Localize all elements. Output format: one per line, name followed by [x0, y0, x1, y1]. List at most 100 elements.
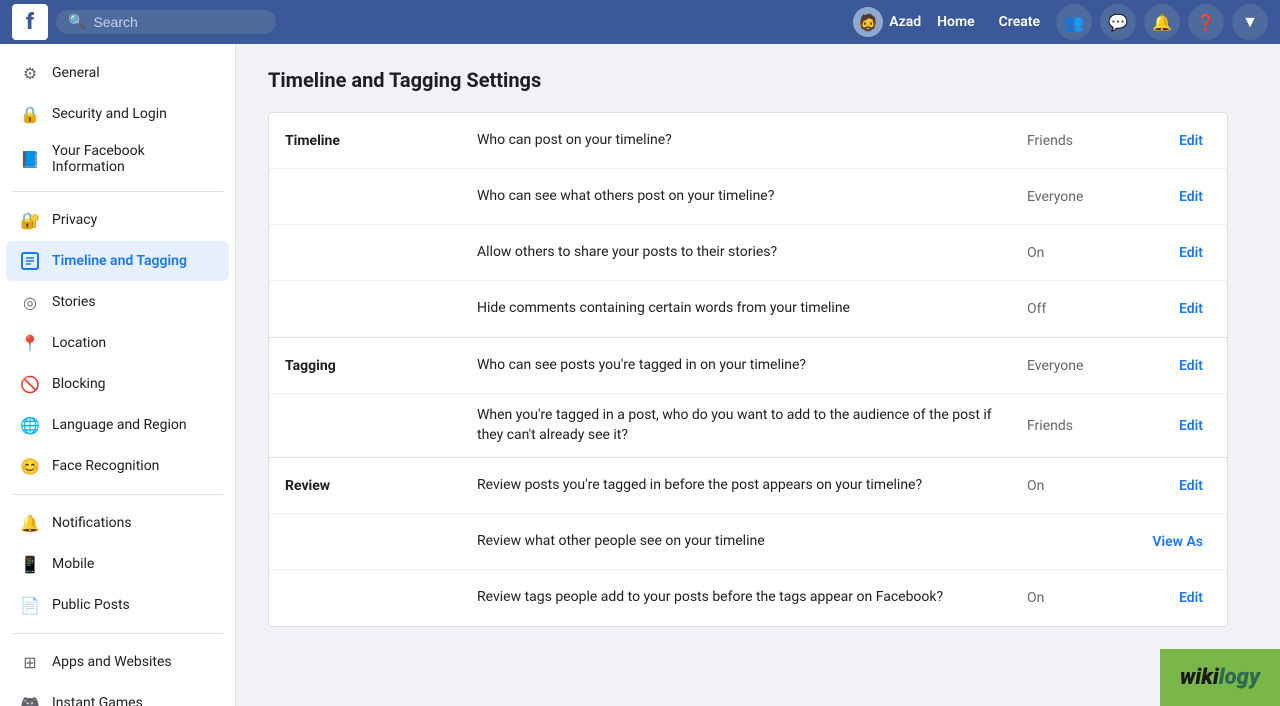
sidebar-item-blocking[interactable]: 🚫 Blocking: [6, 364, 229, 404]
table-row: Review tags people add to your posts bef…: [269, 570, 1227, 626]
setting-question: Hide comments containing certain words f…: [477, 299, 1019, 319]
row-content: Who can post on your timeline? Friends E…: [469, 119, 1227, 163]
sidebar-item-label: Stories: [52, 294, 96, 310]
sidebar-item-label: Mobile: [52, 556, 94, 572]
edit-button[interactable]: Edit: [1139, 478, 1219, 494]
setting-value: Friends: [1019, 133, 1139, 149]
table-row: When you're tagged in a post, who do you…: [269, 394, 1227, 457]
sidebar-item-label: Timeline and Tagging: [52, 253, 187, 269]
watermark: wikilogy: [1160, 649, 1280, 706]
row-content: Review posts you're tagged in before the…: [469, 464, 1227, 508]
section-header-spacer: [269, 225, 469, 261]
setting-question: Who can see what others post on your tim…: [477, 187, 1019, 207]
sidebar-item-language[interactable]: 🌐 Language and Region: [6, 405, 229, 445]
setting-question: Review what other people see on your tim…: [477, 532, 1019, 552]
view-as-button[interactable]: View As: [1139, 534, 1219, 550]
row-content: Who can see what others post on your tim…: [469, 175, 1227, 219]
table-row: Review what other people see on your tim…: [269, 514, 1227, 570]
sidebar-item-facebook-info[interactable]: 📘 Your Facebook Information: [6, 135, 229, 183]
stories-icon: ◎: [18, 290, 42, 314]
section-header-timeline: Timeline: [269, 113, 469, 165]
row-content: When you're tagged in a post, who do you…: [469, 394, 1227, 457]
sidebar-item-label: Your Facebook Information: [52, 143, 217, 175]
more-options-icon[interactable]: ▼: [1232, 4, 1268, 40]
create-button[interactable]: Create: [991, 10, 1048, 34]
user-profile[interactable]: 🧔 Azad: [853, 7, 921, 37]
watermark-text: wikilogy: [1180, 665, 1260, 690]
table-row: Tagging Who can see posts you're tagged …: [269, 338, 1227, 394]
setting-value: Friends: [1019, 418, 1139, 434]
notifications-icon[interactable]: 🔔: [1144, 4, 1180, 40]
row-content: Allow others to share your posts to thei…: [469, 231, 1227, 275]
messenger-icon[interactable]: 💬: [1100, 4, 1136, 40]
sidebar-item-label: Privacy: [52, 212, 97, 228]
sidebar: ⚙ General 🔒 Security and Login 📘 Your Fa…: [0, 44, 236, 706]
edit-button[interactable]: Edit: [1139, 590, 1219, 606]
edit-button[interactable]: Edit: [1139, 245, 1219, 261]
sidebar-item-label: Location: [52, 335, 106, 351]
friends-icon[interactable]: 👥: [1056, 4, 1092, 40]
setting-question: Review posts you're tagged in before the…: [477, 476, 1019, 496]
sidebar-item-location[interactable]: 📍 Location: [6, 323, 229, 363]
review-section: Review Review posts you're tagged in bef…: [269, 458, 1227, 626]
sidebar-item-label: Public Posts: [52, 597, 130, 613]
search-input[interactable]: [93, 14, 253, 30]
sidebar-item-label: Face Recognition: [52, 458, 159, 474]
sidebar-item-label: General: [52, 65, 100, 81]
search-icon: 🔍: [68, 14, 85, 30]
sidebar-item-mobile[interactable]: 📱 Mobile: [6, 544, 229, 584]
table-row: Review Review posts you're tagged in bef…: [269, 458, 1227, 514]
sidebar-divider: [12, 191, 223, 192]
home-button[interactable]: Home: [929, 10, 983, 34]
section-header-spacer: [269, 514, 469, 550]
edit-button[interactable]: Edit: [1139, 301, 1219, 317]
settings-table: Timeline Who can post on your timeline? …: [268, 112, 1228, 627]
edit-button[interactable]: Edit: [1139, 418, 1219, 434]
blocking-icon: 🚫: [18, 372, 42, 396]
setting-question: When you're tagged in a post, who do you…: [477, 406, 1019, 445]
row-content: Review tags people add to your posts bef…: [469, 576, 1227, 620]
table-row: Who can see what others post on your tim…: [269, 169, 1227, 225]
section-header-review: Review: [269, 458, 469, 510]
sidebar-item-stories[interactable]: ◎ Stories: [6, 282, 229, 322]
section-header-spacer: [269, 570, 469, 606]
sidebar-item-apps-websites[interactable]: ⊞ Apps and Websites: [6, 642, 229, 682]
language-icon: 🌐: [18, 413, 42, 437]
sidebar-item-instant-games[interactable]: 🎮 Instant Games: [6, 683, 229, 706]
sidebar-item-privacy[interactable]: 🔐 Privacy: [6, 200, 229, 240]
row-content: Review what other people see on your tim…: [469, 520, 1227, 564]
section-header-spacer: [269, 281, 469, 317]
search-bar[interactable]: 🔍: [56, 10, 276, 34]
sidebar-item-public-posts[interactable]: 📄 Public Posts: [6, 585, 229, 625]
notifications-sidebar-icon: 🔔: [18, 511, 42, 535]
sidebar-divider-2: [12, 494, 223, 495]
setting-value: Everyone: [1019, 189, 1139, 205]
row-content: Who can see posts you're tagged in on yo…: [469, 344, 1227, 388]
facebook-info-icon: 📘: [18, 147, 42, 171]
row-content: Hide comments containing certain words f…: [469, 287, 1227, 331]
setting-value: On: [1019, 590, 1139, 606]
edit-button[interactable]: Edit: [1139, 133, 1219, 149]
section-header-spacer: [269, 169, 469, 205]
setting-question: Allow others to share your posts to thei…: [477, 243, 1019, 263]
setting-question: Who can post on your timeline?: [477, 131, 1019, 151]
sidebar-item-label: Apps and Websites: [52, 654, 172, 670]
sidebar-item-notifications[interactable]: 🔔 Notifications: [6, 503, 229, 543]
location-icon: 📍: [18, 331, 42, 355]
help-icon[interactable]: ❓: [1188, 4, 1224, 40]
table-row: Timeline Who can post on your timeline? …: [269, 113, 1227, 169]
sidebar-item-general[interactable]: ⚙ General: [6, 53, 229, 93]
sidebar-item-security[interactable]: 🔒 Security and Login: [6, 94, 229, 134]
edit-button[interactable]: Edit: [1139, 358, 1219, 374]
sidebar-item-face-recognition[interactable]: 😊 Face Recognition: [6, 446, 229, 486]
sidebar-item-label: Instant Games: [52, 695, 143, 706]
avatar: 🧔: [853, 7, 883, 37]
table-row: Hide comments containing certain words f…: [269, 281, 1227, 337]
edit-button[interactable]: Edit: [1139, 189, 1219, 205]
gear-icon: ⚙: [18, 61, 42, 85]
setting-question: Who can see posts you're tagged in on yo…: [477, 356, 1019, 376]
sidebar-item-timeline-tagging[interactable]: Timeline and Tagging: [6, 241, 229, 281]
facebook-logo[interactable]: f: [12, 4, 48, 40]
setting-value: Everyone: [1019, 358, 1139, 374]
main-content: Timeline and Tagging Settings Timeline W…: [236, 44, 1280, 706]
